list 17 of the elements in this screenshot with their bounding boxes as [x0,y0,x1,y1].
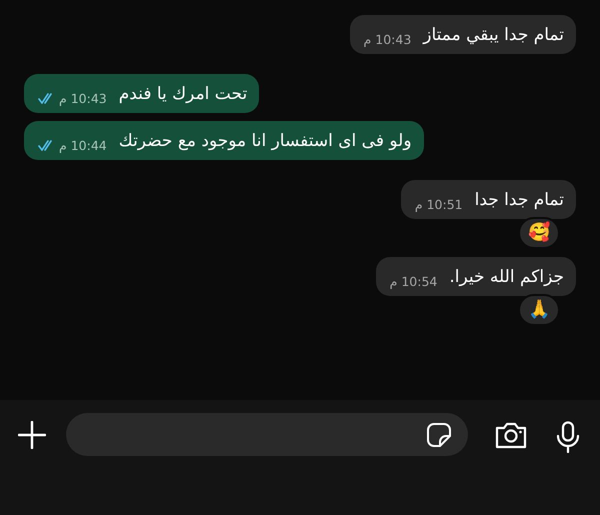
message-time: 10:51 م [414,197,463,212]
message-text: تمام جدا يبقي ممتاز [423,24,564,47]
sticker-icon[interactable] [426,422,452,448]
message-text: جزاكم الله خيرا. [449,266,564,289]
message-text: تمام جدا جدا [474,189,564,212]
microphone-icon[interactable] [556,421,580,453]
message-time: 10:44 م [59,138,107,153]
camera-icon[interactable] [494,421,528,449]
message-time: 10:43 م [364,32,412,47]
reaction-emoji[interactable]: 🥰 [518,217,560,249]
message-text: ولو فى اى استفسار انا موجود مع حضرتك [118,130,412,153]
plus-icon[interactable] [18,421,46,449]
message-time: 10:54 م [390,274,438,289]
message-time: 10:43 م [59,91,107,106]
message-input-field[interactable] [66,413,468,456]
message-text: تحت امرك يا فندم [118,83,248,106]
reaction-emoji[interactable]: 🙏 [518,294,560,326]
